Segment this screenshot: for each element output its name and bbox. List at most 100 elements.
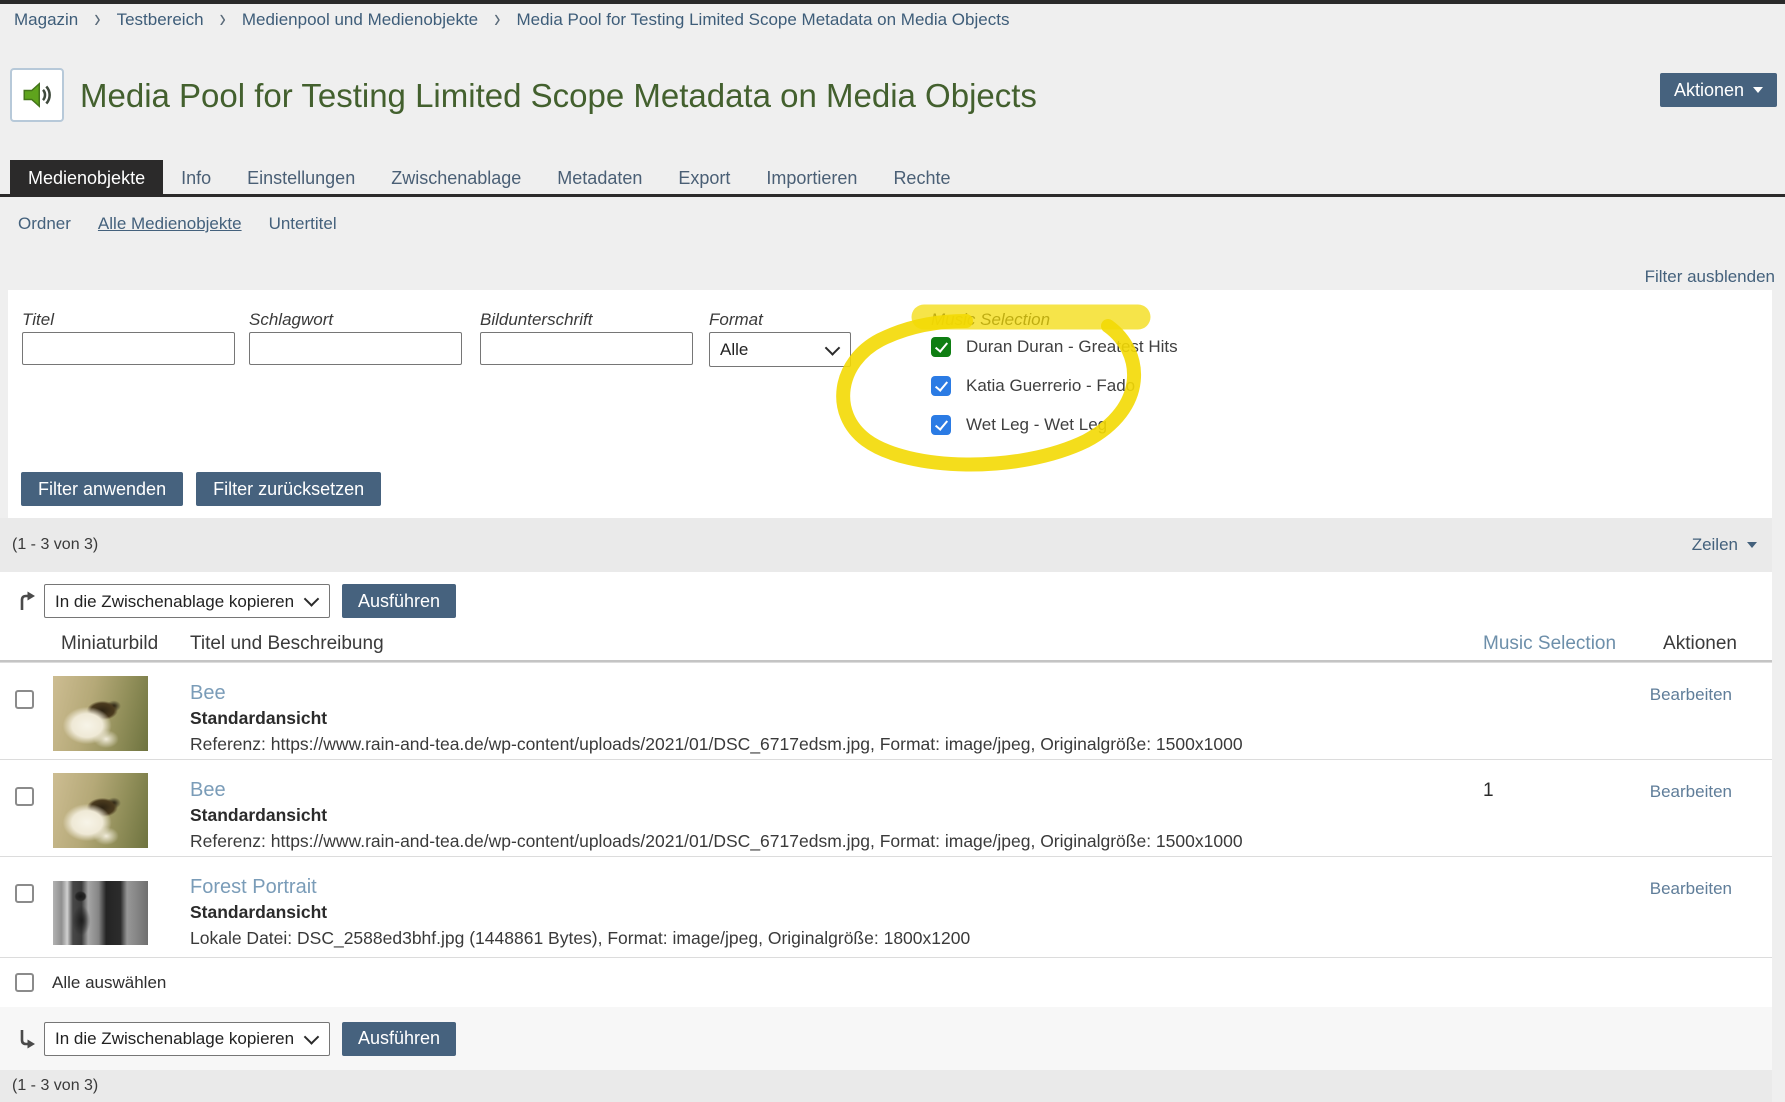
breadcrumb-item-medienpool[interactable]: Medienpool und Medienobjekte	[242, 10, 478, 30]
subnav-ordner[interactable]: Ordner	[18, 212, 71, 236]
subnav-alle-medienobjekte[interactable]: Alle Medienobjekte	[98, 212, 242, 236]
bulk-action-row-top: In die Zwischenablage kopieren Ausführen	[0, 572, 1772, 630]
filter-panel: Titel Schlagwort Bildunterschrift Format…	[8, 290, 1772, 518]
media-details: Referenz: https://www.rain-and-tea.de/wp…	[190, 831, 1243, 851]
edit-link[interactable]: Bearbeiten	[1650, 685, 1732, 705]
edit-link[interactable]: Bearbeiten	[1650, 879, 1732, 899]
thumbnail-bee[interactable]	[53, 676, 148, 751]
tab-info[interactable]: Info	[163, 160, 229, 194]
row-checkbox[interactable]	[15, 787, 34, 806]
speaker-icon	[19, 77, 55, 113]
edit-link[interactable]: Bearbeiten	[1650, 782, 1732, 802]
column-header-miniaturbild: Miniaturbild	[61, 633, 158, 655]
breadcrumb-item-magazin[interactable]: Magazin	[14, 10, 78, 30]
tab-einstellungen[interactable]: Einstellungen	[229, 160, 373, 194]
music-option-label: Wet Leg - Wet Leg	[966, 415, 1107, 435]
music-option-row: Wet Leg - Wet Leg	[931, 415, 1107, 435]
bulk-action-row-bottom: In die Zwischenablage kopieren Ausführen	[0, 1007, 1772, 1070]
media-view-label: Standardansicht	[190, 708, 327, 728]
chevron-right-icon: ›	[94, 5, 100, 35]
breadcrumb-item-testbereich[interactable]: Testbereich	[117, 10, 204, 30]
rows-menu[interactable]: Zeilen	[1692, 518, 1757, 572]
thumbnail-forest-portrait[interactable]	[53, 881, 148, 945]
music-option-row: Duran Duran - Greatest Hits	[931, 337, 1178, 357]
apply-filter-button[interactable]: Filter anwenden	[21, 472, 183, 506]
filter-buttons: Filter anwenden Filter zurücksetzen	[21, 472, 381, 506]
format-select-wrap: Alle	[709, 332, 851, 367]
row-checkbox[interactable]	[15, 690, 34, 709]
media-pool-type-icon-box	[10, 68, 64, 122]
checkbox-katia-guerrerio[interactable]	[931, 376, 951, 396]
titel-input[interactable]	[22, 332, 235, 365]
actions-button[interactable]: Aktionen	[1660, 73, 1777, 107]
media-view-label: Standardansicht	[190, 805, 327, 825]
column-header-titel-und-beschreibung: Titel und Beschreibung	[190, 633, 384, 655]
filter-label-titel: Titel	[22, 310, 54, 330]
tab-metadaten[interactable]: Metadaten	[539, 160, 660, 194]
top-border	[0, 0, 1785, 4]
chevron-right-icon: ›	[494, 5, 500, 35]
apply-up-arrow-icon	[14, 588, 40, 614]
music-option-label: Duran Duran - Greatest Hits	[966, 337, 1178, 357]
apply-down-arrow-icon	[14, 1026, 40, 1052]
media-details: Referenz: https://www.rain-and-tea.de/wp…	[190, 734, 1243, 754]
actions-button-label: Aktionen	[1674, 80, 1744, 101]
bulk-select-wrap-top: In die Zwischenablage kopieren	[44, 584, 330, 618]
music-option-row: Katia Guerrerio - Fado	[931, 376, 1135, 396]
table-header: Miniaturbild Titel und Beschreibung Musi…	[0, 630, 1772, 662]
format-select[interactable]: Alle	[709, 332, 851, 367]
thumbnail-bee[interactable]	[53, 773, 148, 848]
result-count-top: (1 - 3 von 3)	[12, 518, 98, 572]
media-title-link[interactable]: Bee	[190, 681, 226, 705]
hide-filter-link[interactable]: Filter ausblenden	[1645, 267, 1775, 287]
tab-importieren[interactable]: Importieren	[748, 160, 875, 194]
rows-menu-label: Zeilen	[1692, 535, 1738, 555]
filter-label-schlagwort: Schlagwort	[249, 310, 333, 330]
bulk-action-select-top[interactable]: In die Zwischenablage kopieren	[44, 584, 330, 618]
chevron-right-icon: ›	[220, 5, 226, 35]
subnav-untertitel[interactable]: Untertitel	[269, 212, 337, 236]
chevron-down-icon	[1747, 542, 1757, 548]
result-count-bottom: (1 - 3 von 3)	[12, 1070, 98, 1102]
result-count-bar-top: (1 - 3 von 3) Zeilen	[0, 518, 1772, 572]
tab-zwischenablage[interactable]: Zwischenablage	[373, 160, 539, 194]
table-row: Bee Standardansicht Referenz: https://ww…	[0, 759, 1772, 857]
breadcrumb: Magazin › Testbereich › Medienpool und M…	[14, 6, 1009, 34]
breadcrumb-item-current: Media Pool for Testing Limited Scope Met…	[516, 10, 1009, 30]
music-selection-label: Music Selection	[931, 310, 1050, 330]
media-view-label: Standardansicht	[190, 902, 327, 922]
checkbox-duran-duran[interactable]	[931, 337, 951, 357]
media-title-link[interactable]: Bee	[190, 778, 226, 802]
tab-rechte[interactable]: Rechte	[875, 160, 968, 194]
execute-button-bottom[interactable]: Ausführen	[342, 1022, 456, 1056]
column-header-music-selection[interactable]: Music Selection	[1483, 633, 1616, 655]
tab-medienobjekte[interactable]: Medienobjekte	[10, 160, 163, 194]
execute-button-top[interactable]: Ausführen	[342, 584, 456, 618]
bulk-select-wrap-bottom: In die Zwischenablage kopieren	[44, 1022, 330, 1056]
table-row: Forest Portrait Standardansicht Lokale D…	[0, 856, 1772, 958]
select-all-row: Alle auswählen	[0, 957, 1772, 1008]
music-option-label: Katia Guerrerio - Fado	[966, 376, 1135, 396]
media-pool-page: Magazin › Testbereich › Medienpool und M…	[0, 0, 1785, 1102]
schlagwort-input[interactable]	[249, 332, 462, 365]
tab-export[interactable]: Export	[660, 160, 748, 194]
chevron-down-icon	[1753, 87, 1763, 93]
bildunterschrift-input[interactable]	[480, 332, 693, 365]
column-header-aktionen: Aktionen	[1663, 633, 1737, 655]
page-title: Media Pool for Testing Limited Scope Met…	[80, 74, 1037, 118]
select-all-label: Alle auswählen	[52, 958, 166, 1008]
table-row: Bee Standardansicht Referenz: https://ww…	[0, 662, 1772, 760]
sub-navigation: Ordner Alle Medienobjekte Untertitel	[18, 212, 337, 236]
media-details: Lokale Datei: DSC_2588ed3bhf.jpg (144886…	[190, 928, 970, 948]
result-count-bar-bottom: (1 - 3 von 3)	[0, 1070, 1772, 1102]
filter-label-format: Format	[709, 310, 763, 330]
select-all-checkbox[interactable]	[15, 973, 34, 992]
tab-bar: Medienobjekte Info Einstellungen Zwische…	[0, 160, 1785, 197]
music-selection-value: 1	[1483, 780, 1494, 802]
checkbox-wet-leg[interactable]	[931, 415, 951, 435]
reset-filter-button[interactable]: Filter zurücksetzen	[196, 472, 381, 506]
media-title-link[interactable]: Forest Portrait	[190, 875, 317, 899]
row-checkbox[interactable]	[15, 884, 34, 903]
bulk-action-select-bottom[interactable]: In die Zwischenablage kopieren	[44, 1022, 330, 1056]
filter-label-bildunterschrift: Bildunterschrift	[480, 310, 592, 330]
